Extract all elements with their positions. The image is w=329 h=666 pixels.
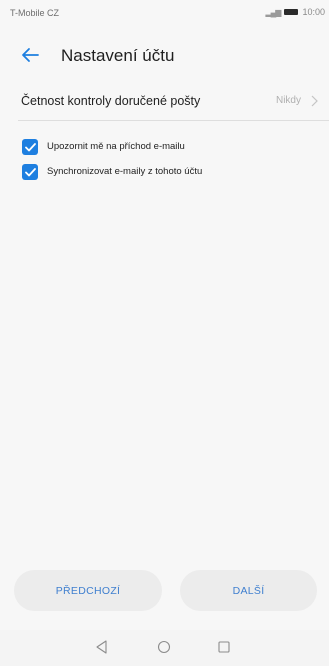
checkmark-icon	[24, 142, 36, 151]
nav-home-button[interactable]	[151, 636, 177, 658]
check-frequency-value: Nikdy	[275, 95, 301, 106]
sync-mail-option[interactable]: Synchronizovat e-maily z tohoto účtu	[0, 161, 329, 183]
battery-icon	[284, 9, 299, 15]
check-frequency-label: Četnost kontroly doručené pošty	[21, 94, 201, 108]
status-icons: ▂▄▆ 10:00	[265, 7, 325, 17]
check-frequency-setting[interactable]: Četnost kontroly doručené pošty Nikdy	[0, 86, 329, 116]
chevron-right-icon	[311, 95, 318, 107]
back-triangle-icon	[96, 640, 107, 654]
nav-recent-button[interactable]	[211, 636, 237, 658]
status-time: 10:00	[302, 7, 325, 17]
back-button[interactable]	[16, 41, 44, 69]
notify-checkbox[interactable]	[22, 139, 38, 155]
nav-back-button[interactable]	[89, 636, 115, 658]
recent-square-icon	[218, 641, 230, 653]
signal-icon: ▂▄▆	[265, 7, 281, 17]
notify-new-mail-option[interactable]: Upozornit mě na příchod e-mailu	[0, 136, 329, 158]
system-nav-bar	[0, 630, 329, 666]
app-header: Nastavení účtu	[0, 36, 329, 76]
previous-button[interactable]: PŘEDCHOZÍ	[14, 570, 162, 611]
status-bar: T-Mobile CZ ▂▄▆ 10:00	[0, 0, 329, 26]
carrier-name: T-Mobile CZ	[10, 8, 60, 18]
home-circle-icon	[157, 640, 171, 654]
next-button[interactable]: DALŠÍ	[180, 570, 317, 611]
arrow-left-icon	[22, 48, 39, 62]
sync-label: Synchronizovat e-maily z tohoto účtu	[47, 166, 203, 177]
divider	[18, 120, 329, 121]
sync-checkbox[interactable]	[22, 164, 38, 180]
notify-label: Upozornit mě na příchod e-mailu	[47, 141, 185, 152]
checkmark-icon	[24, 167, 36, 176]
page-title: Nastavení účtu	[61, 46, 175, 65]
